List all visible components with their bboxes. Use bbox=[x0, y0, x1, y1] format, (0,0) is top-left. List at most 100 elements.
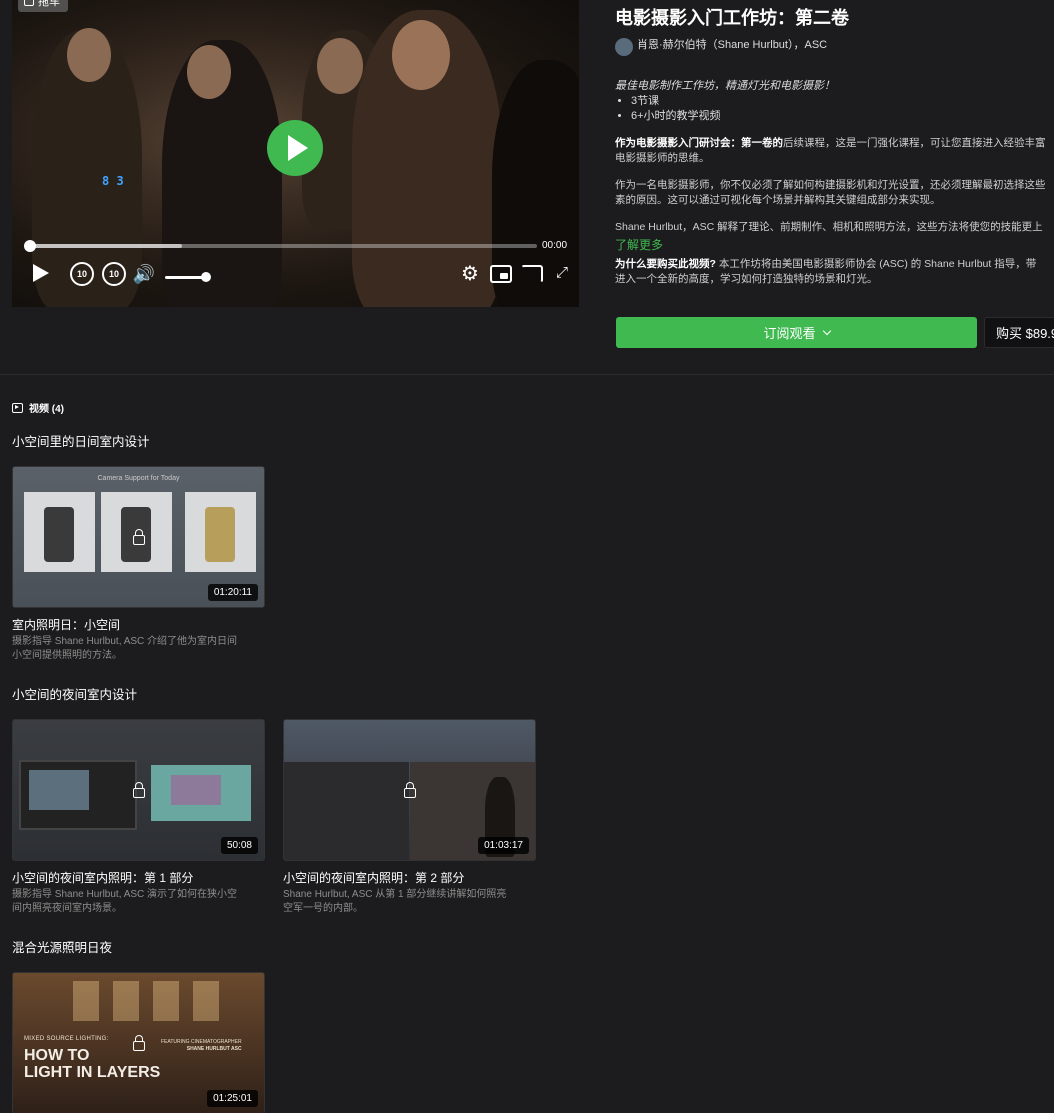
thumbnail-subtitle: MIXED SOURCE LIGHTING: bbox=[24, 1036, 109, 1042]
time-display: 00:00 bbox=[542, 240, 568, 251]
play-icon bbox=[287, 135, 308, 161]
video-description-line: 小空间提供照明的方法。 bbox=[12, 650, 122, 661]
camera-led: 8 3 bbox=[102, 174, 124, 188]
video-thumbnail[interactable]: 50:08 bbox=[12, 719, 265, 861]
video-description: 摄影指导 Shane Hurlbut, ASC 演示了如何在狭小空 间内照亮夜间… bbox=[12, 888, 265, 916]
videos-header: 视频 (4) bbox=[12, 400, 64, 415]
thumbnail-banner: Camera Support for Today bbox=[97, 475, 180, 482]
avatar bbox=[615, 38, 633, 56]
subscribe-button[interactable]: 订阅观看 bbox=[616, 317, 977, 348]
list-item: 6+小时的教学视频 bbox=[631, 109, 1054, 124]
scene-face bbox=[67, 28, 111, 82]
thumbnail-screen bbox=[151, 765, 251, 821]
rewind-10-button[interactable]: 10 bbox=[70, 262, 94, 286]
duration-badge: 01:25:01 bbox=[207, 1090, 258, 1107]
section-title: 小空间里的日间室内设计 bbox=[12, 435, 150, 449]
thumbnail-panel bbox=[185, 492, 256, 572]
video-description: 摄影指导 Shane Hurlbut, ASC 介绍了他为室内日间 小空间提供照… bbox=[12, 635, 265, 663]
description-paragraph: Shane Hurlbut，ASC 解释了理论、前期制作、相机和照明方法，这些方… bbox=[615, 220, 1054, 235]
thumbnail-window bbox=[193, 981, 219, 1021]
progress-fill bbox=[30, 244, 183, 248]
thumbnail-window bbox=[113, 981, 139, 1021]
course-tagline: 最佳电影制作工作坊，精通灯光和电影摄影！ bbox=[615, 80, 835, 92]
thumbnail-credit: FEATURING CINEMATOGRAPHER SHANE HURLBUT … bbox=[161, 1039, 242, 1053]
lock-icon bbox=[403, 782, 416, 798]
video-thumbnail[interactable]: 01:03:17 bbox=[283, 719, 536, 861]
video-title[interactable]: 小空间的夜间室内照明：第 1 部分 bbox=[12, 870, 265, 886]
thumbnail-title: HOW TO LIGHT IN LAYERS bbox=[24, 1047, 160, 1081]
cast-icon[interactable] bbox=[521, 265, 543, 283]
buy-button[interactable]: 购买 $89.99 bbox=[984, 317, 1054, 348]
video-card[interactable]: 01:03:17 小空间的夜间室内照明：第 2 部分 Shane Hurlbut… bbox=[283, 719, 536, 916]
description-paragraph: 作为一名电影摄影师，你不仅必须了解如何构建摄影机和灯光设置，还必须理解最初选择这… bbox=[615, 178, 1054, 208]
list-item: 3节课 bbox=[631, 94, 1054, 109]
play-control-button[interactable] bbox=[30, 262, 52, 284]
lock-icon bbox=[132, 782, 145, 798]
duration-badge: 50:08 bbox=[220, 837, 258, 854]
description-text: 作为一名电影摄影师，你不仅必须了解如何构建摄影机和灯光设置，还必须理解最初选择这… bbox=[615, 179, 1046, 191]
description-bold: 作为电影摄影入门研讨会：第一卷的 bbox=[615, 137, 783, 149]
course-highlights: 3节课 6+小时的教学视频 bbox=[615, 94, 1054, 124]
volume-knob[interactable] bbox=[201, 272, 211, 282]
videos-count: 视频 (4) bbox=[29, 404, 64, 415]
video-card[interactable]: MIXED SOURCE LIGHTING: HOW TO LIGHT IN L… bbox=[12, 972, 265, 1113]
subscribe-label: 订阅观看 bbox=[763, 326, 816, 341]
progress-bar[interactable] bbox=[24, 240, 537, 252]
lock-icon bbox=[132, 1035, 145, 1051]
volume-icon[interactable]: 🔊 bbox=[132, 262, 156, 286]
video-player[interactable]: 8 3 拖车 00:00 10 10 🔊 ⚙ ⤢ bbox=[12, 0, 579, 307]
author-name[interactable]: 肖恩·赫尔伯特（Shane Hurlbut），ASC bbox=[637, 36, 827, 52]
progress-knob[interactable] bbox=[24, 240, 36, 252]
thumbnail-panel bbox=[24, 492, 95, 572]
description-text: 后续课程，这是一门强化课程，可让您直接进入经验丰富 bbox=[783, 137, 1046, 149]
video-title[interactable]: 小空间的夜间室内照明：第 2 部分 bbox=[283, 870, 536, 886]
lock-icon bbox=[132, 529, 145, 545]
trailer-badge-label: 拖车 bbox=[38, 0, 60, 8]
thumbnail-credit-line: FEATURING CINEMATOGRAPHER bbox=[161, 1039, 242, 1045]
volume-slider[interactable] bbox=[165, 276, 205, 279]
duration-badge: 01:03:17 bbox=[478, 837, 529, 854]
video-description-line: 间内照亮夜间室内场景。 bbox=[12, 903, 122, 914]
video-thumbnail[interactable]: Camera Support for Today 01:20:11 bbox=[12, 466, 265, 608]
why-buy-text: 进入一个全新的高度，学习如何打造独特的场景和灯光。 bbox=[615, 273, 878, 285]
scene-face bbox=[317, 38, 363, 94]
pip-icon[interactable] bbox=[490, 265, 512, 283]
course-title: 电影摄影入门工作坊：第二卷 bbox=[615, 8, 849, 28]
course-header: 8 3 拖车 00:00 10 10 🔊 ⚙ ⤢ 电影摄影入门工作坊：第二卷 肖… bbox=[0, 0, 1054, 375]
forward-10-button[interactable]: 10 bbox=[102, 262, 126, 286]
section-title: 小空间的夜间室内设计 bbox=[12, 688, 138, 702]
learn-more-link[interactable]: 了解更多 bbox=[615, 237, 1054, 253]
why-buy-paragraph: 为什么要购买此视频? 本工作坊将由美国电影摄影师协会 (ASC) 的 Shane… bbox=[615, 257, 1054, 287]
video-description-line: 空军一号的内部。 bbox=[283, 903, 363, 914]
play-button[interactable] bbox=[267, 120, 323, 176]
description-text: 电影摄影师的思维。 bbox=[615, 152, 710, 164]
rewind-10-icon: 10 bbox=[76, 269, 87, 279]
video-description-line: 摄影指导 Shane Hurlbut, ASC 介绍了他为室内日间 bbox=[12, 636, 238, 647]
video-title[interactable]: 室内照明日：小空间 bbox=[12, 617, 265, 633]
video-thumbnail[interactable]: MIXED SOURCE LIGHTING: HOW TO LIGHT IN L… bbox=[12, 972, 265, 1113]
chevron-down-icon bbox=[822, 326, 831, 335]
video-description: Shane Hurlbut, ASC 从第 1 部分继续讲解如何照亮 空军一号的… bbox=[283, 888, 536, 916]
thumbnail-panel bbox=[284, 762, 409, 860]
description-text: Shane Hurlbut，ASC 解释了理论、前期制作、相机和照明方法，这些方… bbox=[615, 221, 1043, 233]
trailer-badge: 拖车 bbox=[18, 0, 68, 12]
video-description-line: Shane Hurlbut, ASC 从第 1 部分继续讲解如何照亮 bbox=[283, 889, 507, 900]
video-icon bbox=[12, 402, 23, 413]
video-card[interactable]: 50:08 小空间的夜间室内照明：第 1 部分 摄影指导 Shane Hurlb… bbox=[12, 719, 265, 916]
why-buy-bold: 为什么要购买此视频? bbox=[615, 258, 716, 270]
duration-badge: 01:20:11 bbox=[207, 584, 258, 601]
description-text: 素的原因。这可以通过可视化每个场景并解构其关键组成部分来实现。 bbox=[615, 194, 941, 206]
fullscreen-icon[interactable]: ⤢ bbox=[552, 262, 572, 282]
thumbnail-window bbox=[153, 981, 179, 1021]
scene-face bbox=[187, 45, 231, 99]
thumbnail-title-line: LIGHT IN LAYERS bbox=[24, 1064, 161, 1081]
section-title: 混合光源照明日夜 bbox=[12, 941, 113, 955]
video-icon bbox=[24, 0, 34, 6]
scene-face bbox=[392, 20, 450, 90]
course-info: 电影摄影入门工作坊：第二卷 肖恩·赫尔伯特（Shane Hurlbut），ASC… bbox=[615, 6, 1054, 287]
thumbnail-screen bbox=[19, 760, 137, 830]
thumbnail-credit-line: SHANE HURLBUT ASC bbox=[186, 1046, 242, 1052]
settings-icon[interactable]: ⚙ bbox=[459, 262, 481, 285]
video-card[interactable]: Camera Support for Today 01:20:11 室内照明日：… bbox=[12, 466, 265, 663]
forward-10-icon: 10 bbox=[108, 269, 119, 279]
